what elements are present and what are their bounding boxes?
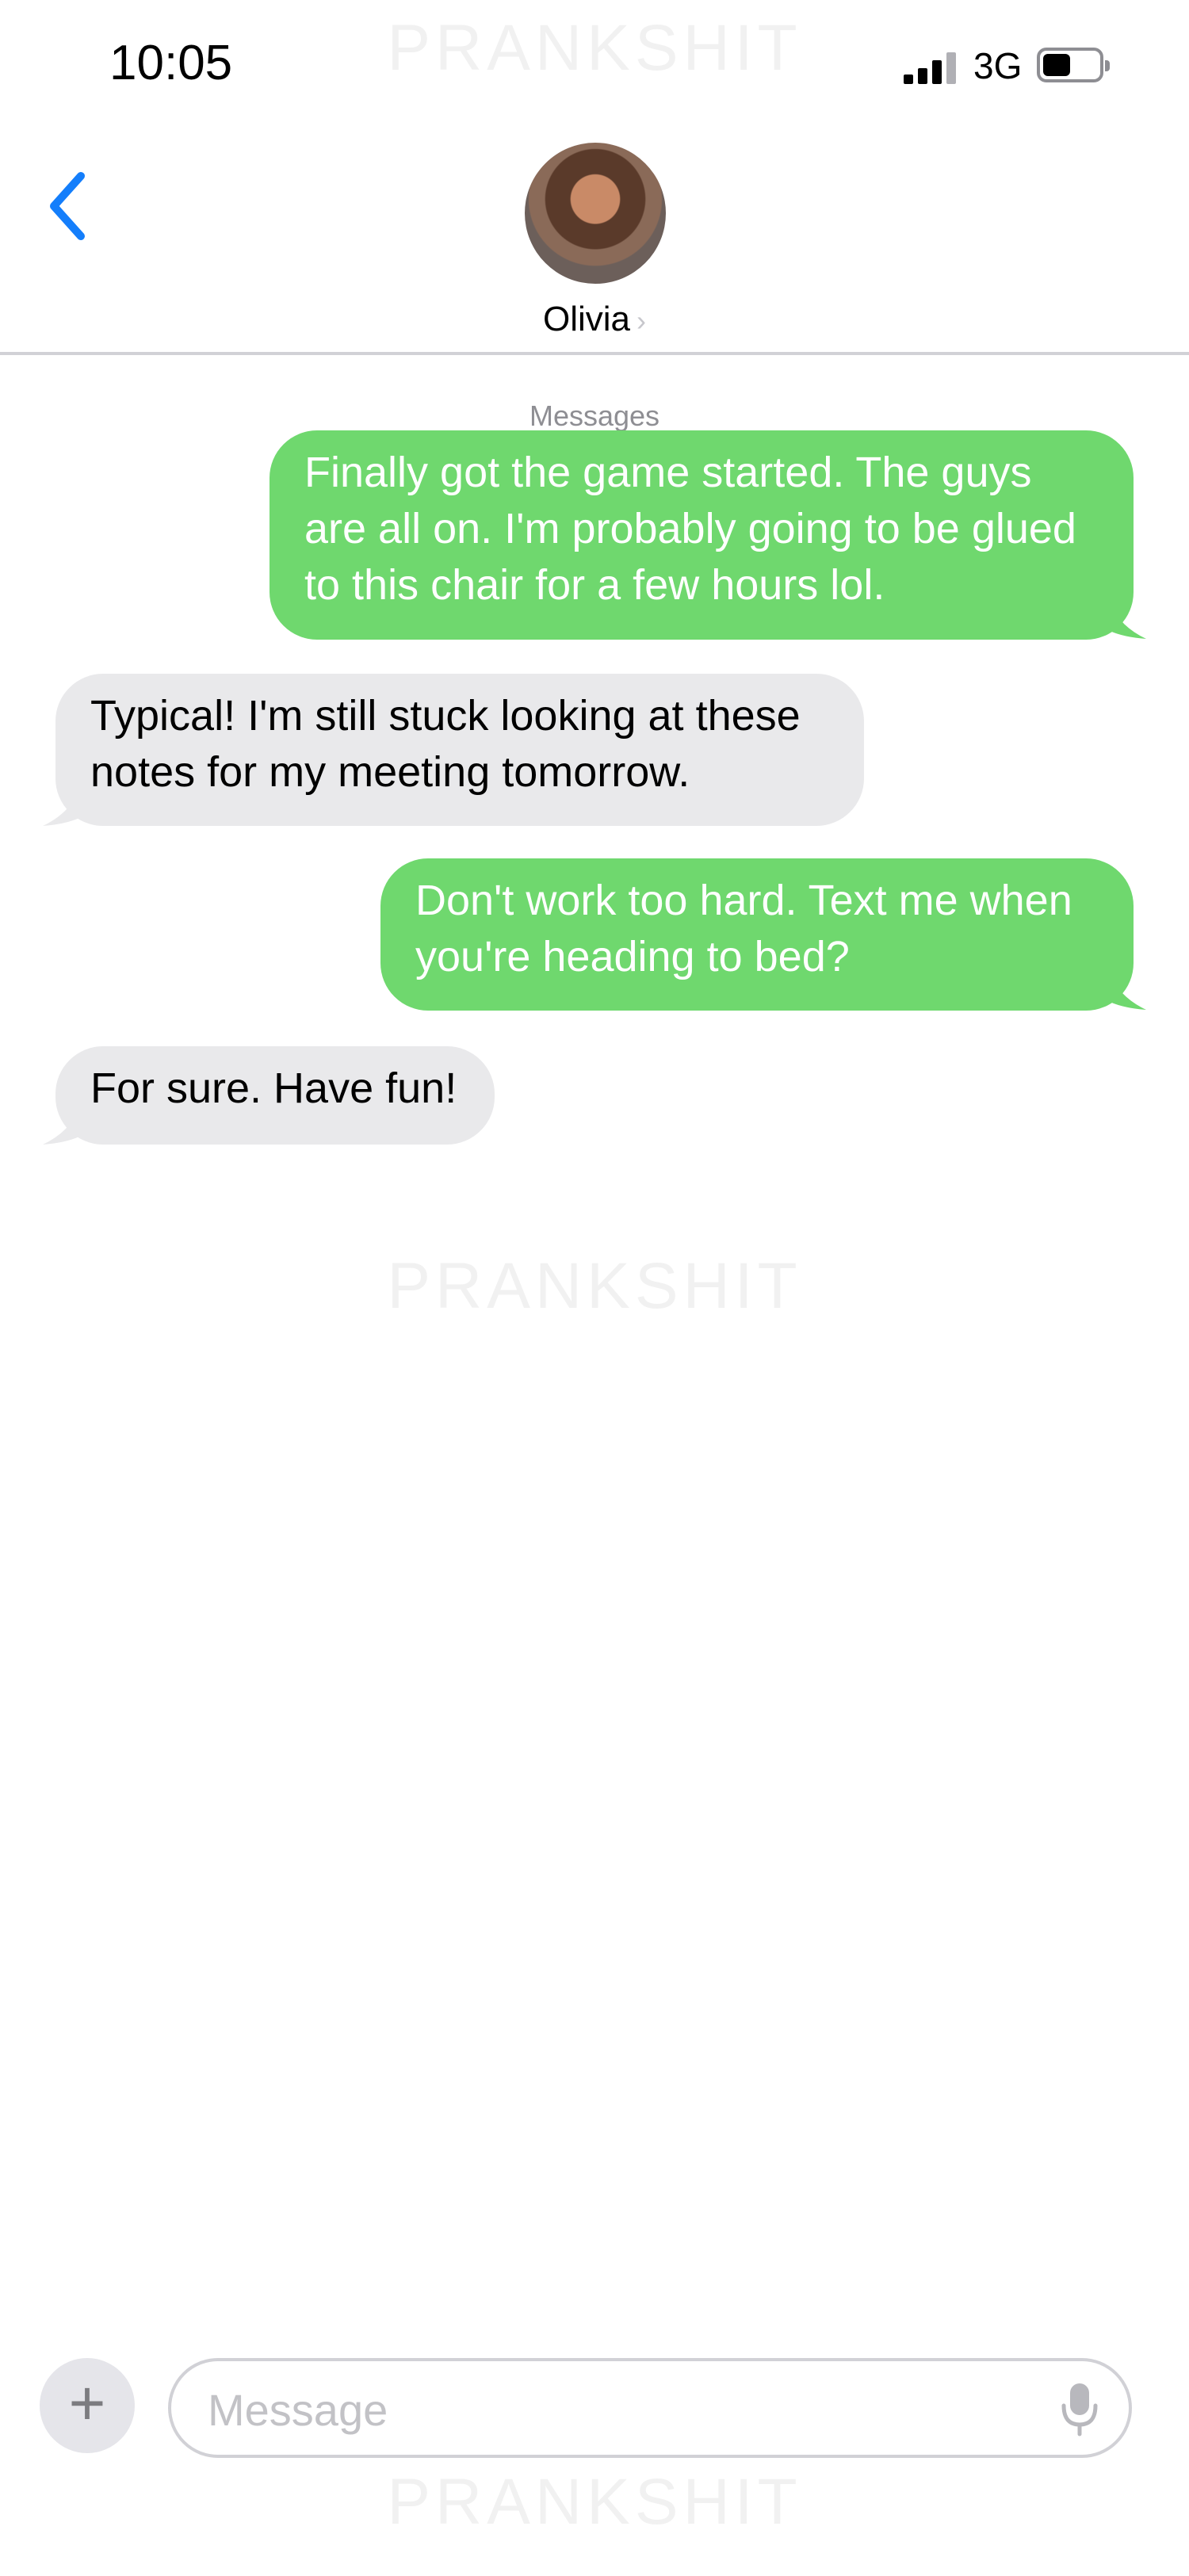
message-input[interactable]: [206, 2379, 1002, 2440]
sent-message-bubble[interactable]: Finally got the game started. The guys a…: [270, 430, 1134, 640]
contact-avatar[interactable]: [525, 143, 666, 284]
add-attachment-button[interactable]: +: [40, 2358, 135, 2453]
received-bubble-tail: [43, 1108, 79, 1145]
message-line: to this chair for a few hours lol.: [304, 561, 885, 609]
back-chevron-icon[interactable]: [44, 166, 92, 246]
contact-name-button[interactable]: Olivia ›: [0, 300, 1189, 339]
header-divider: [0, 352, 1189, 355]
received-message-bubble[interactable]: For sure. Have fun!: [55, 1046, 495, 1145]
message-line: Don't work too hard. Text me when: [415, 877, 1072, 924]
watermark: PRANKSHIT: [387, 1250, 802, 1322]
contact-name: Olivia: [542, 300, 631, 338]
received-bubble-tail: [43, 789, 79, 826]
watermark: PRANKSHIT: [387, 2466, 802, 2538]
network-type: 3G: [973, 45, 1023, 86]
battery-icon: [1037, 48, 1110, 82]
message-line: For sure. Have fun!: [90, 1064, 457, 1112]
message-field[interactable]: [168, 2358, 1132, 2458]
message-line: Finally got the game started. The guys: [304, 449, 1032, 496]
microphone-icon[interactable]: [1059, 2382, 1100, 2437]
plus-icon: +: [68, 2368, 106, 2438]
signal-strength-icon: [904, 52, 961, 84]
sent-bubble-tail: [1110, 602, 1146, 639]
message-line: are all on. I'm probably going to be glu…: [304, 505, 1076, 552]
message-line: Typical! I'm still stuck looking at thes…: [90, 692, 801, 740]
message-line: you're heading to bed?: [415, 933, 850, 980]
received-message-bubble[interactable]: Typical! I'm still stuck looking at thes…: [55, 674, 864, 826]
message-line: notes for my meeting tomorrow.: [90, 748, 690, 796]
service-label: Messages: [529, 399, 660, 432]
status-time: 10:05: [109, 36, 233, 90]
chevron-right-icon: ›: [637, 304, 647, 337]
sent-message-bubble[interactable]: Don't work too hard. Text me when you're…: [380, 858, 1134, 1011]
sent-bubble-tail: [1110, 973, 1146, 1010]
